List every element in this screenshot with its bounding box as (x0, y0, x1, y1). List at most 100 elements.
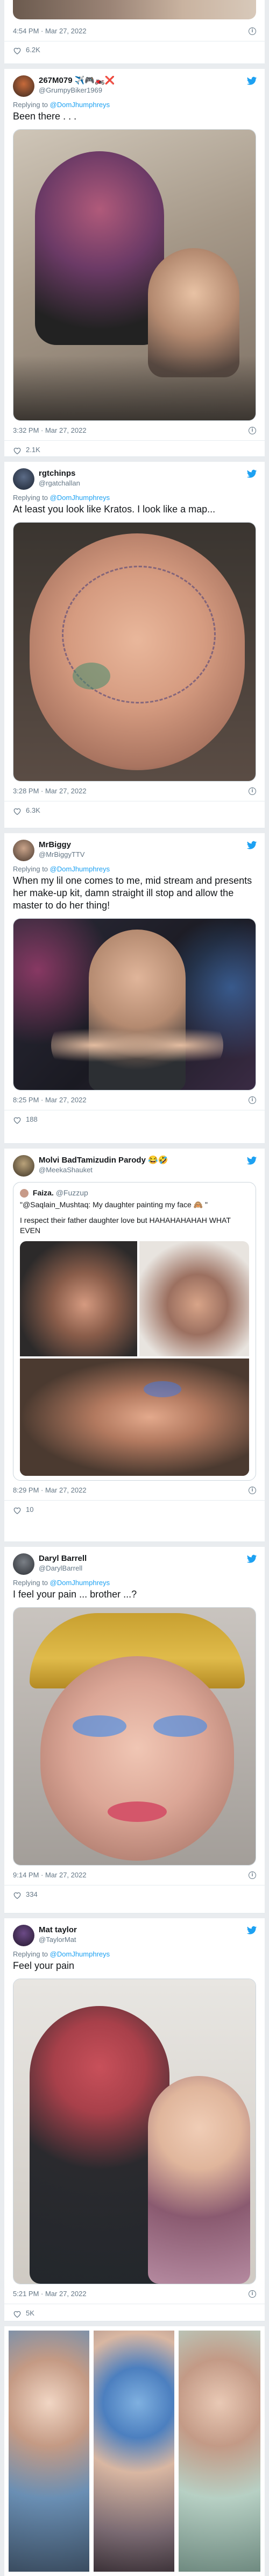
display-name[interactable]: 267M079 ✈️🎮🏍️❌ (39, 76, 243, 86)
like-count: 5K (26, 2309, 34, 2317)
user-handle[interactable]: @MrBiggyTTV (39, 850, 243, 859)
avatar[interactable] (13, 1553, 34, 1575)
twitter-bird-icon[interactable] (246, 76, 257, 86)
info-icon[interactable]: i (249, 2290, 256, 2298)
tweet-card[interactable]: Daryl Barrell @DarylBarrell Replying to … (4, 1547, 265, 1913)
user-handle[interactable]: @rgatchallan (39, 478, 243, 488)
heart-icon[interactable] (13, 1891, 22, 1899)
replying-to: Replying to @DomJhumphreys (4, 99, 265, 109)
photo-face (40, 1656, 234, 1861)
tweet-card[interactable]: rgtchinps @rgatchallan Replying to @DomJ… (4, 462, 265, 828)
tweet-feed: 4:54 PM · Mar 27, 2022 i 6.2K 267M079 ✈️… (0, 0, 269, 2576)
display-name[interactable]: Mat taylor (39, 1925, 243, 1935)
info-icon[interactable]: i (249, 27, 256, 35)
tweet-header: Mat taylor @TaylorMat (4, 1918, 265, 1948)
info-icon[interactable]: i (249, 1487, 256, 1495)
replying-label: Replying to (13, 101, 48, 109)
tweet-timestamp[interactable]: 8:29 PM · Mar 27, 2022 (13, 1486, 87, 1494)
eyeshadow-left (73, 1715, 126, 1737)
mention-link[interactable]: @DomJhumphreys (50, 494, 110, 502)
tweet-meta: 9:14 PM · Mar 27, 2022 i (4, 1866, 265, 1885)
user-handle[interactable]: @MeekaShauket (39, 1165, 243, 1174)
avatar[interactable] (13, 468, 34, 490)
display-name[interactable]: MrBiggy (39, 840, 243, 850)
twitter-bird-icon[interactable] (246, 1156, 257, 1166)
display-name[interactable]: Molvi BadTamizudin Parody 😂🤣 (39, 1156, 243, 1165)
twitter-bird-icon[interactable] (246, 469, 257, 479)
tweet-timestamp[interactable]: 3:32 PM · Mar 27, 2022 (13, 426, 87, 434)
replying-label: Replying to (13, 865, 48, 873)
heart-icon[interactable] (13, 1116, 22, 1124)
quoted-text-line-2: I respect their father daughter love but… (20, 1216, 231, 1235)
twitter-bird-icon[interactable] (246, 841, 257, 850)
avatar[interactable] (13, 840, 34, 861)
replying-to: Replying to @DomJhumphreys (4, 492, 265, 502)
photo-hands (51, 1016, 223, 1075)
tweet-card[interactable]: 267M079 ✈️🎮🏍️❌ @GrumpyBiker1969 Replying… (4, 69, 265, 457)
replying-label: Replying to (13, 494, 48, 502)
heart-icon[interactable] (13, 47, 22, 54)
tweet-timestamp[interactable]: 8:25 PM · Mar 27, 2022 (13, 1096, 87, 1104)
tweet-photo[interactable] (13, 918, 256, 1090)
like-row: 5K (4, 2304, 265, 2321)
tweet-photo[interactable] (13, 1979, 256, 2284)
avatar[interactable] (13, 1925, 34, 1946)
heart-icon[interactable] (13, 807, 22, 815)
photo-subject-man (35, 151, 164, 345)
tweet-header: 267M079 ✈️🎮🏍️❌ @GrumpyBiker1969 (4, 69, 265, 99)
twitter-bird-icon[interactable] (246, 1926, 257, 1935)
quoted-media-grid[interactable] (20, 1241, 249, 1476)
tweet-timestamp[interactable]: 5:21 PM · Mar 27, 2022 (13, 2290, 87, 2298)
collage-photo-2 (94, 2331, 174, 2572)
tweet-photo[interactable] (13, 1607, 256, 1866)
tweet-card[interactable]: Molvi BadTamizudin Parody 😂🤣 @MeekaShauk… (4, 1149, 265, 1542)
info-icon[interactable]: i (249, 1096, 256, 1104)
like-row: 188 (4, 1110, 265, 1129)
mention-link[interactable]: @DomJhumphreys (50, 1950, 110, 1958)
quoted-tweet[interactable]: Faiza. @Fuzzup "@Saqlain_Mushtaq: My dau… (13, 1182, 256, 1481)
tweet-timestamp[interactable]: 9:14 PM · Mar 27, 2022 (13, 1871, 87, 1879)
heart-icon[interactable] (13, 447, 22, 454)
user-handle[interactable]: @DarylBarrell (39, 1564, 243, 1573)
mention-link[interactable]: @DomJhumphreys (50, 1579, 110, 1587)
like-row: 334 (4, 1885, 265, 1904)
replying-to: Replying to @DomJhumphreys (4, 863, 265, 874)
bottom-photo-collage[interactable] (4, 2326, 265, 2576)
tweet-timestamp[interactable]: 4:54 PM · Mar 27, 2022 (13, 27, 87, 35)
quoted-display-name[interactable]: Faiza. (33, 1188, 54, 1197)
lipstick (108, 1801, 167, 1822)
info-icon[interactable]: i (249, 1871, 256, 1879)
info-icon[interactable]: i (249, 427, 256, 434)
tweet-header: MrBiggy @MrBiggyTTV (4, 833, 265, 863)
like-count: 2.1K (26, 446, 40, 454)
tweet-header: Molvi BadTamizudin Parody 😂🤣 @MeekaShauk… (4, 1149, 265, 1179)
avatar[interactable] (13, 75, 34, 97)
user-handle[interactable]: @GrumpyBiker1969 (39, 86, 243, 95)
tweet-card[interactable]: MrBiggy @MrBiggyTTV Replying to @DomJhum… (4, 833, 265, 1144)
info-icon[interactable]: i (249, 787, 256, 795)
display-name[interactable]: Daryl Barrell (39, 1554, 243, 1564)
tweet-card[interactable]: Mat taylor @TaylorMat Replying to @DomJh… (4, 1918, 265, 2321)
collage-photo-1 (9, 2331, 89, 2572)
like-row: 10 (4, 1501, 265, 1519)
like-count: 334 (26, 1890, 38, 1898)
photo-foreground (13, 356, 256, 420)
quoted-handle[interactable]: @Fuzzup (56, 1188, 88, 1197)
tweet-text: Feel your pain (13, 1960, 75, 1971)
avatar[interactable] (13, 1155, 34, 1177)
mention-link[interactable]: @DomJhumphreys (50, 101, 110, 109)
user-handle[interactable]: @TaylorMat (39, 1935, 243, 1944)
tweet-photo[interactable] (13, 129, 256, 421)
mention-link[interactable]: @DomJhumphreys (50, 865, 110, 873)
twitter-bird-icon[interactable] (246, 1554, 257, 1564)
quoted-tweet-header: Faiza. @Fuzzup (20, 1188, 249, 1198)
heart-icon[interactable] (13, 2310, 22, 2318)
quoted-photo-3 (20, 1359, 249, 1476)
tweet-photo[interactable] (13, 522, 256, 782)
photo-subject-child (148, 2076, 250, 2284)
display-name[interactable]: rgtchinps (39, 469, 243, 478)
heart-icon[interactable] (13, 1507, 22, 1514)
tweet-text: Been there . . . (13, 111, 77, 122)
tweet-timestamp[interactable]: 3:28 PM · Mar 27, 2022 (13, 787, 87, 795)
replying-to: Replying to @DomJhumphreys (4, 1577, 265, 1587)
